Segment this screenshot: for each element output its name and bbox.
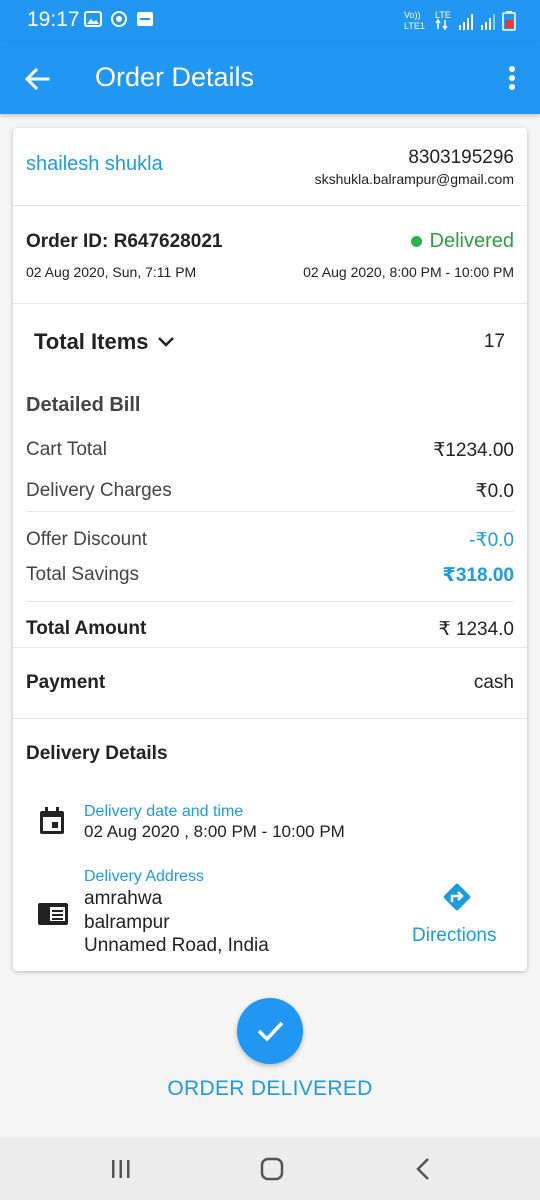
detailed-bill-heading: Detailed Bill xyxy=(26,394,141,416)
customer-email[interactable]: skshukla.balrampur@gmail.com xyxy=(315,171,514,187)
divider xyxy=(26,511,514,512)
total-amount-label: Total Amount xyxy=(26,618,147,639)
address-line: balrampur xyxy=(84,912,170,933)
total-savings-label: Total Savings xyxy=(26,564,140,585)
order-id: Order ID: R647628021 xyxy=(26,231,223,252)
signal-icon xyxy=(459,14,473,30)
total-items-count: 17 xyxy=(483,331,505,352)
battery-icon xyxy=(502,11,516,31)
delivery-address-label: Delivery Address xyxy=(84,868,205,885)
home-icon[interactable] xyxy=(260,1157,284,1181)
order-delivered-button[interactable] xyxy=(237,998,303,1064)
delivery-slot: 02 Aug 2020, 8:00 PM - 10:00 PM xyxy=(303,264,514,280)
message-icon xyxy=(137,12,153,26)
customer-name[interactable]: shailesh shukla xyxy=(26,153,163,176)
status-text: Delivered xyxy=(429,230,514,252)
system-status-icons: Vo)) LTE1 LTE xyxy=(404,9,516,31)
delivery-charges-label: Delivery Charges xyxy=(26,480,172,501)
delivery-details-heading: Delivery Details xyxy=(26,743,168,764)
divider xyxy=(26,601,514,602)
order-date: 02 Aug 2020, Sun, 7:11 PM xyxy=(26,264,197,280)
delivery-charges-value: ₹0.0 xyxy=(475,481,514,502)
chevron-down-icon xyxy=(157,337,174,347)
sync-icon xyxy=(111,11,127,27)
order-card: shailesh shukla 8303195296 skshukla.balr… xyxy=(13,128,527,971)
offer-discount-label: Offer Discount xyxy=(26,529,148,550)
recent-apps-icon[interactable] xyxy=(110,1159,132,1179)
status-bar: 19:17 Vo)) LTE1 LTE xyxy=(0,0,540,42)
cart-total-value: ₹1234.00 xyxy=(433,440,514,461)
app-bar: Order Details xyxy=(0,42,540,114)
divider xyxy=(13,718,527,719)
signal-icon xyxy=(481,14,495,30)
total-amount-value: ₹ 1234.0 xyxy=(438,619,514,640)
lte-icon: LTE xyxy=(435,10,451,31)
order-delivered-label[interactable]: ORDER DELIVERED xyxy=(0,1077,540,1101)
svg-text:Vo)): Vo)) xyxy=(404,10,421,20)
address-line: amrahwa xyxy=(84,888,163,909)
total-items-label: Total Items xyxy=(34,329,149,354)
volte-icon: Vo)) LTE1 xyxy=(404,10,425,31)
back-arrow-icon[interactable] xyxy=(22,64,52,94)
check-icon xyxy=(257,1021,284,1042)
payment-label: Payment xyxy=(26,672,106,693)
directions-icon[interactable] xyxy=(440,880,474,914)
status-badge: Delivered xyxy=(410,230,514,253)
directions-button[interactable]: Directions xyxy=(412,925,496,947)
divider xyxy=(13,303,527,304)
svg-text:LTE: LTE xyxy=(435,10,451,20)
svg-text:LTE1: LTE1 xyxy=(404,21,425,31)
customer-phone[interactable]: 8303195296 xyxy=(408,147,514,169)
total-items-toggle[interactable]: Total Items xyxy=(34,329,175,355)
status-dot-icon xyxy=(410,236,422,247)
page-title: Order Details xyxy=(95,62,255,92)
delivery-datetime-label: Delivery date and time xyxy=(84,803,244,820)
image-icon xyxy=(84,11,102,27)
payment-value: cash xyxy=(473,672,514,693)
address-line: Unnamed Road, India xyxy=(84,935,269,956)
divider xyxy=(13,205,527,206)
delivery-datetime-value: 02 Aug 2020 , 8:00 PM - 10:00 PM xyxy=(84,822,345,841)
cart-total-label: Cart Total xyxy=(26,439,107,460)
system-nav-bar xyxy=(0,1137,540,1200)
notification-icons xyxy=(84,10,154,28)
total-savings-value: ₹318.00 xyxy=(442,565,514,586)
back-icon[interactable] xyxy=(414,1157,432,1181)
address-card-icon xyxy=(38,903,68,925)
offer-discount-value: -₹0.0 xyxy=(469,530,514,551)
calendar-icon xyxy=(40,807,64,834)
more-options-icon[interactable] xyxy=(502,64,522,94)
status-time: 19:17 xyxy=(27,8,80,31)
divider xyxy=(13,647,527,648)
